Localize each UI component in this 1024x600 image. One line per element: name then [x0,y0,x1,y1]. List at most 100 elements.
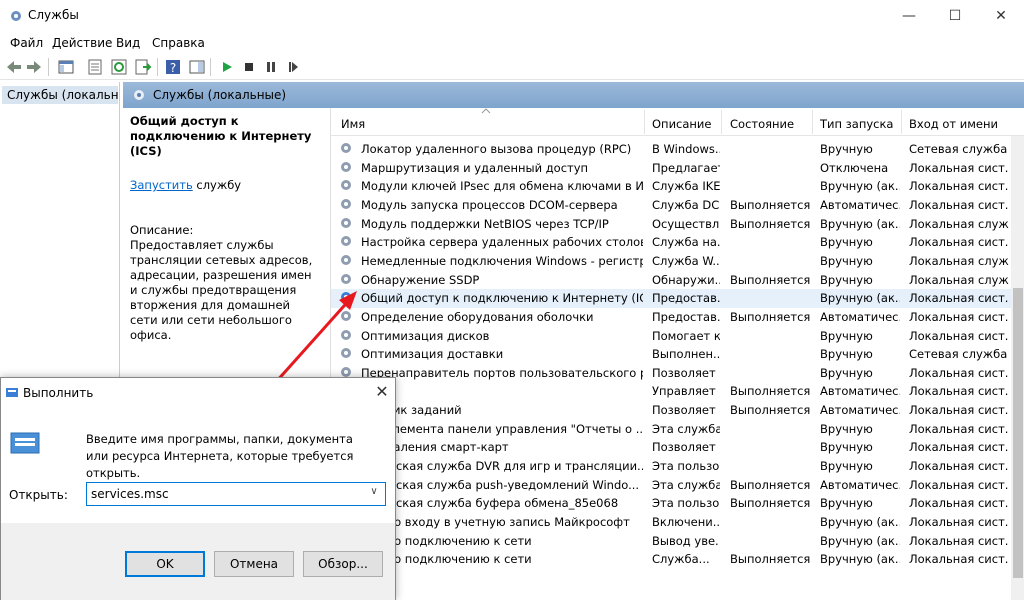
start-service-icon[interactable] [218,58,236,76]
service-gear-icon [341,161,351,172]
service-name: ник по подключению к сети [361,533,532,548]
open-input[interactable] [86,482,386,506]
table-row[interactable]: Перенаправитель портов пользовательского… [331,364,1011,383]
service-description: Эта пользо... [652,496,720,511]
tree-item-label: Службы (локальн [7,88,118,102]
service-logon-as: Локальная служба [909,216,1009,231]
service-startup-type: Вручную [820,440,873,455]
pause-service-icon[interactable] [262,58,280,76]
table-row[interactable]: Немедленные подключения Windows - регист… [331,252,1011,271]
service-gear-icon [341,273,351,284]
service-status: Выполняется [730,403,810,418]
open-label: Открыть: [9,488,68,502]
table-row[interactable]: Обнаружение SSDP Обнаружи... Выполняется Вр… [331,271,1011,290]
table-row[interactable]: Модуль поддержки NetBIOS через TCP/IP Осу… [331,215,1011,234]
run-close-button[interactable]: ✕ [371,382,393,402]
table-row[interactable]: Оптимизация дисков Помогает к... Вручную Ло… [331,327,1011,346]
table-row[interactable]: Оптимизация доставки Выполнен... Вручную Се… [331,345,1011,364]
console-tree-icon[interactable] [57,58,75,76]
service-startup-type: Вручную [820,459,873,474]
table-row[interactable]: ник по подключению к сети Служба... Выполн… [331,550,1011,569]
menu-view[interactable]: Вид [116,36,140,50]
service-name: Модуль запуска процессов DCOM-сервера [361,197,618,212]
scrollbar-thumb[interactable] [1013,288,1023,578]
service-description: Вывод уве... [652,533,720,548]
service-logon-as: Локальная сист... [909,403,1009,418]
table-row[interactable]: ательская служба push-уведомлений Windo.… [331,476,1011,495]
menu-file[interactable]: Файл [10,36,43,50]
services-gear-icon [134,90,144,100]
table-row[interactable]: Модуль запуска процессов DCOM-сервера Слу… [331,196,1011,215]
properties-icon[interactable] [86,58,104,76]
run-button-bar: OK Отмена Обзор... [1,523,395,600]
service-startup-type: Вручную [820,365,873,380]
table-row[interactable]: нка элемента панели управления "Отчеты о… [331,420,1011,439]
column-header-startup-type[interactable]: Тип запуска [820,117,893,131]
table-row[interactable]: Управляет ... Выполняется Автоматичес... Ло… [331,382,1011,401]
service-startup-type: Вручную [820,347,873,362]
cancel-button[interactable]: Отмена [214,551,294,577]
service-logon-as: Локальная служба [909,272,1009,287]
service-status: Выполняется [730,272,810,287]
chevron-down-icon[interactable]: ∨ [366,486,382,502]
table-row[interactable]: Маршрутизация и удаленный доступ Предлага… [331,159,1011,178]
service-startup-type: Вручную [820,328,873,343]
minimize-button[interactable]: — [886,0,932,32]
sort-up-icon [481,108,491,114]
help-icon[interactable]: ? [164,58,182,76]
back-arrow-icon[interactable] [5,58,23,76]
close-button[interactable]: ✕ [978,0,1024,32]
service-name: Перенаправитель портов пользовательского… [361,365,643,380]
service-status: Выполняется [730,197,810,212]
column-header-name[interactable]: Имя [341,117,365,131]
table-row[interactable]: ательская служба буфера обмена_85e068 Эта… [331,494,1011,513]
run-prompt-text: Введите имя программы, папки, документа … [86,432,354,480]
service-status: Выполняется [730,309,810,324]
column-header-description[interactable]: Описание [652,117,711,131]
content-header-title: Службы (локальные) [153,88,287,102]
service-name: ательская служба буфера обмена_85e068 [361,496,619,511]
export-list-icon[interactable] [134,58,152,76]
tree-item-services-local[interactable]: Службы (локальн [2,86,118,104]
service-startup-type: Вручную (ак... [820,533,900,548]
menu-help[interactable]: Справка [152,36,205,50]
restart-service-icon[interactable] [284,58,302,76]
service-name: нка элемента панели управления "Отчеты о… [361,421,643,436]
show-hide-icon[interactable] [188,58,206,76]
service-logon-as: Сетевая служба [909,347,1008,362]
start-service-link[interactable]: Запустить [130,178,193,192]
description-text: Предоставляет службы трансляции сетевых … [130,238,313,342]
service-logon-as: Локальная сист... [909,309,1009,324]
start-service-line: Запустить службу [130,178,320,192]
maximize-button[interactable]: ☐ [932,0,978,32]
ok-button[interactable]: OK [125,551,205,577]
service-startup-type: Автоматичес... [820,477,900,492]
forward-arrow-icon[interactable] [25,58,43,76]
service-gear-icon [341,292,351,303]
table-row[interactable]: ник по входу в учетную запись Майкрософт… [331,513,1011,532]
service-description: Осуществля... [652,216,720,231]
table-row[interactable]: ка удаления смарт-карт Позволяет ... Вручн… [331,438,1011,457]
refresh-icon[interactable] [110,58,128,76]
table-row[interactable]: ровщик заданий Позволяет ... Выполняется Ав… [331,401,1011,420]
service-description: Предостав... [652,291,720,306]
menu-action[interactable]: Действие [52,36,112,50]
service-name: Общий доступ к подключению к Интернету (… [361,291,643,306]
service-name: ник по входу в учетную запись Майкрософт [361,515,630,529]
service-startup-type: Вручную [820,142,873,156]
table-row[interactable]: Определение оборудования оболочки Предост… [331,308,1011,327]
stop-service-icon[interactable] [240,58,258,76]
table-row[interactable]: Модули ключей IPsec для обмена ключами в… [331,177,1011,196]
table-row[interactable]: ник по подключению к сети Вывод уве... Вру… [331,532,1011,551]
browse-button[interactable]: Обзор... [303,551,383,577]
column-header-status[interactable]: Состояние [730,117,794,131]
service-logon-as: Локальная сист... [909,365,1009,380]
service-name: ка удаления смарт-карт [361,440,509,455]
table-row[interactable]: ательская служба DVR для игр и трансляци… [331,457,1011,476]
table-row[interactable]: Локатор удаленного вызова процедур (RPC)… [331,140,1011,159]
service-logon-as: Локальная сист... [909,179,1009,194]
table-row[interactable]: Общий доступ к подключению к Интернету (… [331,289,1011,308]
column-header-logon-as[interactable]: Вход от имени [909,117,998,131]
table-row[interactable]: Настройка сервера удаленных рабочих стол… [331,233,1011,252]
service-name: ательская служба push-уведомлений Windo.… [361,477,640,492]
